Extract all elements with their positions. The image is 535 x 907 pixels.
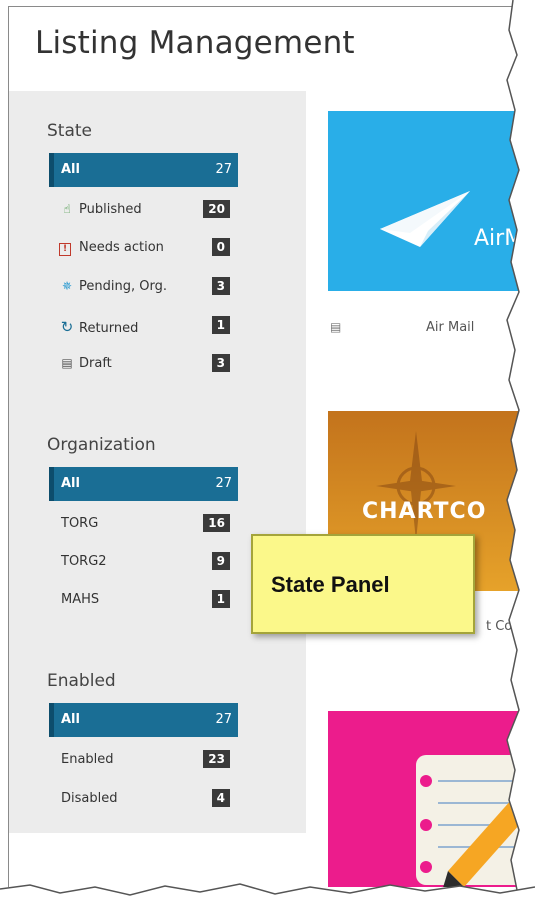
organization-filter-all[interactable]: All 27 — [49, 467, 238, 501]
organization-filter-mahs[interactable]: MAHS 1 — [49, 585, 238, 615]
filter-count: 9 — [211, 552, 230, 570]
filter-label: Draft — [79, 356, 112, 371]
filter-sidebar: State All 27 ☝ Published 20 ! Needs action… — [9, 91, 306, 833]
filter-label: All — [61, 712, 80, 727]
filter-label: Returned — [79, 321, 139, 336]
state-filter-published[interactable]: ☝ Published 20 — [49, 195, 238, 225]
filter-count: 4 — [211, 789, 230, 807]
filter-count: 23 — [203, 750, 230, 768]
filter-label: Needs action — [79, 240, 164, 255]
state-heading: State — [47, 121, 92, 141]
thumbs-up-icon: ☝ — [63, 202, 71, 216]
filter-label: Disabled — [61, 791, 118, 806]
state-filter-draft[interactable]: ▤ Draft 3 — [49, 349, 238, 379]
chart-tile-text: CHARTCO — [362, 499, 487, 524]
state-panel-callout: State Panel — [251, 534, 475, 634]
filter-count: 1 — [211, 316, 230, 334]
enabled-filter-disabled[interactable]: Disabled 4 — [49, 784, 238, 814]
paper-plane-icon — [380, 191, 470, 247]
filter-label: TORG — [61, 516, 99, 531]
filter-count: 20 — [203, 200, 230, 218]
filter-count: 16 — [203, 514, 230, 532]
page-title: Listing Management — [35, 25, 355, 61]
state-filter-all[interactable]: All 27 — [49, 153, 238, 187]
state-filter-pending[interactable]: ✵ Pending, Org. 3 — [49, 272, 238, 302]
filter-count: 0 — [211, 238, 230, 256]
filter-count: 27 — [215, 476, 232, 491]
filter-count: 27 — [215, 712, 232, 727]
document-icon: ▤ — [61, 356, 73, 370]
filter-label: MAHS — [61, 592, 100, 607]
organization-filter-torg[interactable]: TORG 16 — [49, 509, 238, 539]
alert-icon: ! — [59, 243, 71, 256]
spinner-icon: ✵ — [61, 279, 73, 293]
torn-edge-bottom — [0, 883, 535, 907]
filter-label: All — [61, 162, 80, 177]
filter-count: 3 — [211, 277, 230, 295]
organization-filter-torg2[interactable]: TORG2 9 — [49, 547, 238, 577]
filter-label: Enabled — [61, 752, 114, 767]
filter-label: TORG2 — [61, 554, 107, 569]
enabled-filter-all[interactable]: All 27 — [49, 703, 238, 737]
torn-edge-right — [506, 0, 535, 907]
refresh-icon: ↻ — [60, 318, 74, 336]
organization-heading: Organization — [47, 435, 156, 455]
filter-count: 27 — [215, 162, 232, 177]
state-filter-needs-action[interactable]: ! Needs action 0 — [49, 233, 238, 263]
filter-count: 3 — [211, 354, 230, 372]
filter-label: Pending, Org. — [79, 279, 167, 294]
filter-label: All — [61, 476, 80, 491]
enabled-heading: Enabled — [47, 671, 116, 691]
listing-management-window: Listing Management State All 27 ☝ Publish… — [8, 6, 535, 887]
filter-count: 1 — [211, 590, 230, 608]
compass-rose-icon — [376, 431, 456, 541]
document-icon: ▤ — [330, 320, 342, 334]
air-mail-label[interactable]: Air Mail — [426, 320, 474, 335]
enabled-filter-enabled[interactable]: Enabled 23 — [49, 745, 238, 775]
state-filter-returned[interactable]: ↻ Returned 1 — [49, 311, 238, 341]
filter-label: Published — [79, 202, 142, 217]
callout-text: State Panel — [271, 572, 390, 597]
